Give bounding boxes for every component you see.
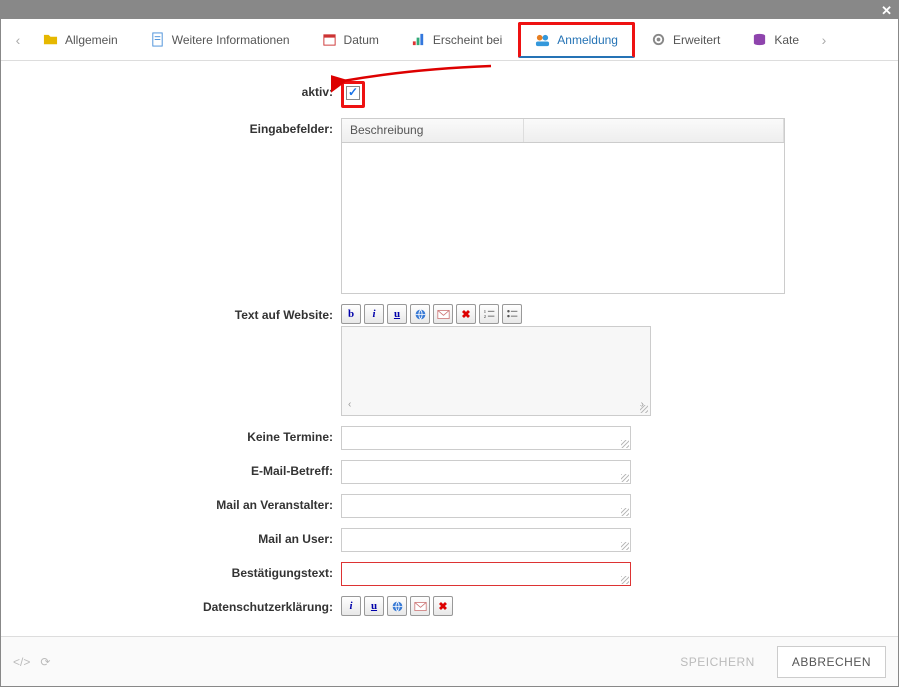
tab-label: Erweitert — [673, 33, 720, 47]
save-button[interactable]: SPEICHERN — [666, 647, 769, 677]
italic-button[interactable]: i — [364, 304, 384, 324]
tab-erscheint-bei[interactable]: Erscheint bei — [395, 22, 518, 57]
rte-toolbar-2: i u ✖ — [341, 596, 878, 616]
aktiv-checkbox[interactable] — [346, 86, 360, 100]
signal-icon — [411, 32, 426, 47]
tab-label: Allgemein — [65, 33, 118, 47]
ordered-list-button[interactable]: 12 — [479, 304, 499, 324]
aktiv-checkbox-highlight — [341, 81, 365, 108]
link-button[interactable] — [387, 596, 407, 616]
calendar-icon — [322, 32, 337, 47]
row-email-betreff: E-Mail-Betreff: — [21, 460, 878, 484]
row-mail-veranstalter: Mail an Veranstalter: — [21, 494, 878, 518]
underline-button[interactable]: u — [364, 596, 384, 616]
cancel-button[interactable]: ABBRECHEN — [777, 646, 886, 678]
label-mail-veranstalter: Mail an Veranstalter: — [21, 494, 341, 512]
row-eingabefelder: Eingabefelder: Beschreibung — [21, 118, 878, 294]
form-content: aktiv: Eingabefelder: Beschreibung — [1, 61, 898, 636]
mail-button[interactable] — [410, 596, 430, 616]
row-keine-termine: Keine Termine: — [21, 426, 878, 450]
resize-grip-icon[interactable] — [621, 576, 629, 584]
db-icon — [752, 32, 767, 47]
grid-body[interactable] — [342, 143, 784, 293]
email-betreff-input[interactable] — [341, 460, 631, 484]
tab-kategorien[interactable]: Kate — [736, 22, 815, 57]
row-bestaetigungstext: Bestätigungstext: — [21, 562, 878, 586]
row-mail-user: Mail an User: — [21, 528, 878, 552]
tab-scroll-right[interactable]: › — [815, 32, 833, 48]
tab-allgemein[interactable]: Allgemein — [27, 22, 134, 57]
label-mail-user: Mail an User: — [21, 528, 341, 546]
refresh-icon[interactable]: ⟳ — [40, 655, 50, 669]
keine-termine-input[interactable] — [341, 426, 631, 450]
row-datenschutz: Datenschutzerklärung: i u ✖ — [21, 596, 878, 618]
gear-icon — [651, 32, 666, 47]
users-icon — [535, 33, 550, 48]
resize-grip-icon[interactable] — [621, 440, 629, 448]
tab-erweitert[interactable]: Erweitert — [635, 22, 736, 57]
tab-scroll-left[interactable]: ‹ — [9, 32, 27, 48]
grid-header: Beschreibung — [342, 119, 784, 143]
resize-grip-icon[interactable] — [621, 508, 629, 516]
text-auf-website-editor[interactable]: ‹› — [341, 326, 651, 416]
footer: </> ⟳ SPEICHERN ABBRECHEN — [1, 636, 898, 686]
folder-icon — [43, 32, 58, 47]
clear-button[interactable]: ✖ — [433, 596, 453, 616]
tab-weitere-informationen[interactable]: Weitere Informationen — [134, 22, 306, 57]
label-eingabefelder: Eingabefelder: — [21, 118, 341, 136]
mail-user-input[interactable] — [341, 528, 631, 552]
clear-button[interactable]: ✖ — [456, 304, 476, 324]
svg-text:2: 2 — [483, 313, 485, 318]
close-icon[interactable]: ✕ — [881, 3, 892, 19]
resize-grip-icon[interactable] — [621, 474, 629, 482]
doc-icon — [150, 32, 165, 47]
tab-datum[interactable]: Datum — [306, 22, 395, 57]
resize-grip-icon[interactable] — [621, 542, 629, 550]
label-datenschutz: Datenschutzerklärung: — [21, 596, 341, 614]
grid-col-beschreibung[interactable]: Beschreibung — [342, 119, 524, 142]
grid-col-2[interactable] — [524, 119, 784, 142]
row-aktiv: aktiv: — [21, 81, 878, 108]
tab-label: Erscheint bei — [433, 33, 502, 47]
tab-label: Datum — [344, 33, 379, 47]
label-keine-termine: Keine Termine: — [21, 426, 341, 444]
titlebar: ✕ — [1, 1, 898, 19]
modal-dialog: ✕ ‹ Allgemein Weitere Informationen Datu… — [0, 0, 899, 687]
link-button[interactable] — [410, 304, 430, 324]
tab-label: Kate — [774, 33, 799, 47]
tab-anmeldung[interactable]: Anmeldung — [518, 22, 635, 58]
label-aktiv: aktiv: — [21, 81, 341, 99]
unordered-list-button[interactable] — [502, 304, 522, 324]
label-email-betreff: E-Mail-Betreff: — [21, 460, 341, 478]
mail-button[interactable] — [433, 304, 453, 324]
resize-grip-icon[interactable] — [640, 405, 648, 413]
tab-label: Weitere Informationen — [172, 33, 290, 47]
rte-toolbar: b i u ✖ 12 — [341, 304, 878, 324]
footer-status-icons: </> ⟳ — [13, 655, 50, 669]
underline-button[interactable]: u — [387, 304, 407, 324]
tab-label: Anmeldung — [557, 33, 618, 47]
bold-button[interactable]: b — [341, 304, 361, 324]
eingabefelder-grid[interactable]: Beschreibung — [341, 118, 785, 294]
mail-veranstalter-input[interactable] — [341, 494, 631, 518]
label-text-auf-website: Text auf Website: — [21, 304, 341, 322]
code-icon[interactable]: </> — [13, 655, 30, 669]
row-text-auf-website: Text auf Website: b i u ✖ 12 ‹› — [21, 304, 878, 416]
tab-bar: ‹ Allgemein Weitere Informationen Datum … — [1, 19, 898, 61]
italic-button[interactable]: i — [341, 596, 361, 616]
label-bestaetigungstext: Bestätigungstext: — [21, 562, 341, 580]
bestaetigungstext-input[interactable] — [341, 562, 631, 586]
